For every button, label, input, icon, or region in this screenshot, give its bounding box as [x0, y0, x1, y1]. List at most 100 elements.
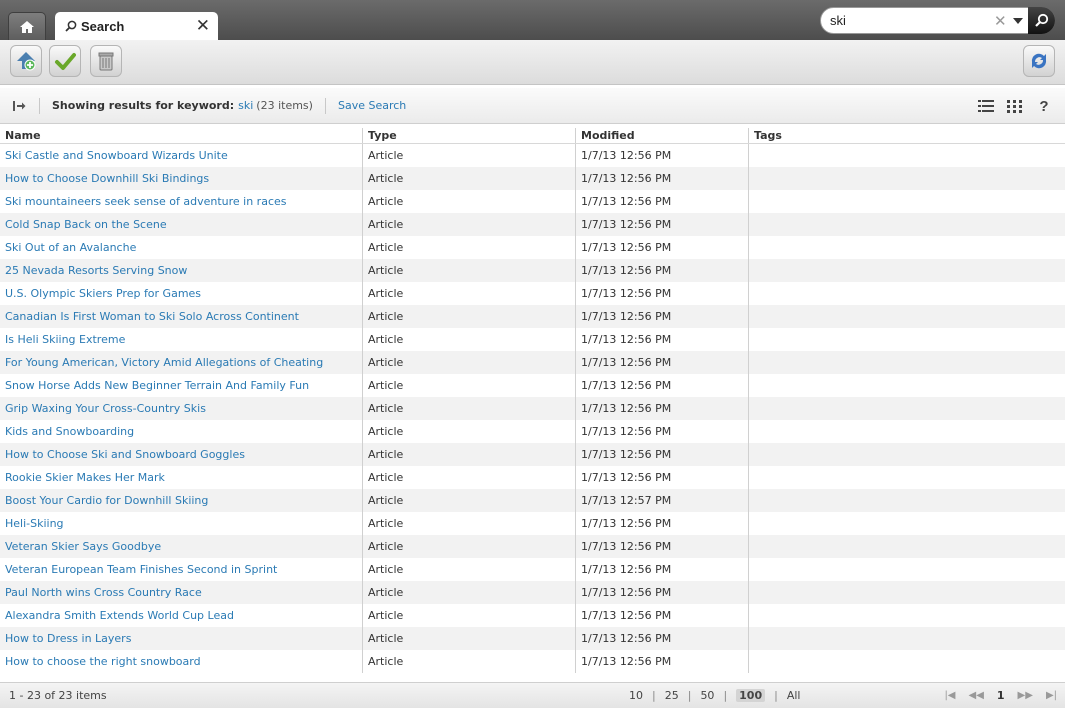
name-cell[interactable]: Veteran Skier Says Goodbye — [0, 535, 363, 558]
name-cell[interactable]: Paul North wins Cross Country Race — [0, 581, 363, 604]
home-tab[interactable] — [8, 12, 46, 40]
column-header-tags[interactable]: Tags — [749, 128, 1065, 143]
type-cell: Article — [363, 535, 576, 558]
name-cell[interactable]: Ski Castle and Snowboard Wizards Unite — [0, 144, 363, 167]
modified-cell: 1/7/13 12:57 PM — [576, 489, 749, 512]
tags-cell — [749, 397, 1065, 420]
table-row[interactable]: Snow Horse Adds New Beginner Terrain And… — [0, 374, 1065, 397]
help-icon[interactable]: ? — [1035, 98, 1053, 115]
approve-button[interactable] — [49, 45, 81, 77]
table-row[interactable]: Kids and Snowboarding Article 1/7/13 12:56… — [0, 420, 1065, 443]
name-cell[interactable]: How to Choose Ski and Snowboard Goggles — [0, 443, 363, 466]
page-size-option[interactable]: 10 — [629, 689, 643, 702]
prev-page-icon[interactable]: ◀◀ — [969, 690, 984, 701]
name-cell[interactable]: U.S. Olympic Skiers Prep for Games — [0, 282, 363, 305]
search-input[interactable] — [830, 13, 990, 28]
table-row[interactable]: How to Dress in Layers Article 1/7/13 12:5… — [0, 627, 1065, 650]
collapse-panel-icon[interactable] — [11, 98, 27, 114]
divider: | — [652, 689, 656, 702]
keyword-link[interactable]: ski — [238, 99, 253, 112]
page-size-option[interactable]: 25 — [665, 689, 679, 702]
table-row[interactable]: 25 Nevada Resorts Serving Snow Article 1/7… — [0, 259, 1065, 282]
current-page[interactable]: 1 — [997, 689, 1005, 702]
modified-cell: 1/7/13 12:56 PM — [576, 581, 749, 604]
name-cell[interactable]: Heli-Skiing — [0, 512, 363, 535]
table-row[interactable]: Veteran European Team Finishes Second in… — [0, 558, 1065, 581]
trash-icon — [98, 52, 114, 71]
type-cell: Article — [363, 443, 576, 466]
modified-cell: 1/7/13 12:56 PM — [576, 259, 749, 282]
table-row[interactable]: Alexandra Smith Extends World Cup Lead Ar… — [0, 604, 1065, 627]
table-row[interactable]: Paul North wins Cross Country Race Articl… — [0, 581, 1065, 604]
name-cell[interactable]: 25 Nevada Resorts Serving Snow — [0, 259, 363, 282]
name-cell[interactable]: Ski Out of an Avalanche — [0, 236, 363, 259]
name-cell[interactable]: Snow Horse Adds New Beginner Terrain And… — [0, 374, 363, 397]
name-cell[interactable]: Alexandra Smith Extends World Cup Lead — [0, 604, 363, 627]
tab-search[interactable]: Search ✕ — [55, 12, 218, 40]
divider: | — [774, 689, 778, 702]
column-header-modified[interactable]: Modified — [576, 128, 749, 143]
column-header-name[interactable]: Name — [0, 128, 363, 143]
name-cell[interactable]: Rookie Skier Makes Her Mark — [0, 466, 363, 489]
table-row[interactable]: Canadian Is First Woman to Ski Solo Acro… — [0, 305, 1065, 328]
sync-button[interactable] — [1023, 45, 1055, 77]
name-cell[interactable]: Canadian Is First Woman to Ski Solo Acro… — [0, 305, 363, 328]
table-row[interactable]: Ski Out of an Avalanche Article 1/7/13 12:… — [0, 236, 1065, 259]
tags-cell — [749, 328, 1065, 351]
table-row[interactable]: Ski mountaineers seek sense of adventure… — [0, 190, 1065, 213]
table-row[interactable]: Grip Waxing Your Cross-Country Skis Artic… — [0, 397, 1065, 420]
clear-icon[interactable]: ✕ — [994, 12, 1007, 30]
name-cell[interactable]: How to choose the right snowboard — [0, 650, 363, 673]
column-header-type[interactable]: Type — [363, 128, 576, 143]
table-row[interactable]: U.S. Olympic Skiers Prep for Games Articl… — [0, 282, 1065, 305]
name-cell[interactable]: How to Choose Downhill Ski Bindings — [0, 167, 363, 190]
type-cell: Article — [363, 282, 576, 305]
modified-cell: 1/7/13 12:56 PM — [576, 374, 749, 397]
table-row[interactable]: How to choose the right snowboard Article… — [0, 650, 1065, 673]
type-cell: Article — [363, 581, 576, 604]
page-size-selector: 10 | 25 | 50 | 100 | All — [629, 689, 800, 702]
name-cell[interactable]: Boost Your Cardio for Downhill Skiing — [0, 489, 363, 512]
table-row[interactable]: Is Heli Skiing Extreme Article 1/7/13 12:5… — [0, 328, 1065, 351]
tags-cell — [749, 420, 1065, 443]
name-cell[interactable]: Veteran European Team Finishes Second in… — [0, 558, 363, 581]
name-cell[interactable]: For Young American, Victory Amid Allegat… — [0, 351, 363, 374]
table-row[interactable]: Heli-Skiing Article 1/7/13 12:56 PM — [0, 512, 1065, 535]
table-row[interactable]: For Young American, Victory Amid Allegat… — [0, 351, 1065, 374]
save-search-link[interactable]: Save Search — [338, 99, 406, 112]
first-page-icon[interactable]: |◀ — [944, 690, 955, 701]
page-size-option-selected[interactable]: 100 — [736, 689, 766, 702]
type-cell: Article — [363, 167, 576, 190]
add-button[interactable] — [10, 45, 42, 77]
table-row[interactable]: Boost Your Cardio for Downhill Skiing Art… — [0, 489, 1065, 512]
search-button[interactable] — [1028, 7, 1055, 34]
table-row[interactable]: Cold Snap Back on the Scene Article 1/7/13… — [0, 213, 1065, 236]
name-cell[interactable]: Ski mountaineers seek sense of adventure… — [0, 190, 363, 213]
page-size-option[interactable]: 50 — [700, 689, 714, 702]
table-row[interactable]: How to Choose Ski and Snowboard Goggles A… — [0, 443, 1065, 466]
name-cell[interactable]: Cold Snap Back on the Scene — [0, 213, 363, 236]
type-cell: Article — [363, 213, 576, 236]
type-cell: Article — [363, 305, 576, 328]
close-icon[interactable]: ✕ — [196, 17, 210, 35]
name-cell[interactable]: Grip Waxing Your Cross-Country Skis — [0, 397, 363, 420]
chevron-down-icon[interactable] — [1012, 17, 1023, 24]
delete-button[interactable] — [90, 45, 122, 77]
table-row[interactable]: Rookie Skier Makes Her Mark Article 1/7/13… — [0, 466, 1065, 489]
name-cell[interactable]: Kids and Snowboarding — [0, 420, 363, 443]
table-row[interactable]: Ski Castle and Snowboard Wizards Unite Ar… — [0, 144, 1065, 167]
last-page-icon[interactable]: ▶| — [1046, 690, 1057, 701]
modified-cell: 1/7/13 12:56 PM — [576, 351, 749, 374]
grid-view-icon[interactable] — [1006, 98, 1024, 114]
name-cell[interactable]: How to Dress in Layers — [0, 627, 363, 650]
modified-cell: 1/7/13 12:56 PM — [576, 328, 749, 351]
divider — [324, 97, 326, 114]
name-cell[interactable]: Is Heli Skiing Extreme — [0, 328, 363, 351]
list-view-icon[interactable] — [977, 98, 995, 114]
tags-cell — [749, 627, 1065, 650]
table-row[interactable]: Veteran Skier Says Goodbye Article 1/7/13 … — [0, 535, 1065, 558]
table-row[interactable]: How to Choose Downhill Ski Bindings Artic… — [0, 167, 1065, 190]
next-page-icon[interactable]: ▶▶ — [1018, 690, 1033, 701]
page-size-option[interactable]: All — [787, 689, 801, 702]
result-count: (23 items) — [256, 99, 313, 112]
